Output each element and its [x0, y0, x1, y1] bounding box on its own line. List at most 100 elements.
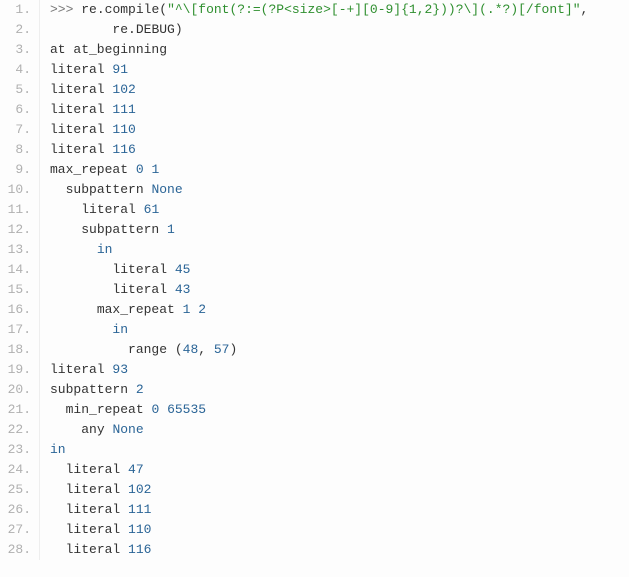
code-token: 111	[112, 102, 135, 117]
code-token	[50, 542, 66, 557]
line-number: 2.	[0, 20, 31, 40]
code-line: >>> re.compile("^\[font(?:=(?P<size>[-+]…	[50, 0, 629, 20]
code-token: >>>	[50, 2, 81, 17]
code-token: literal	[66, 522, 128, 537]
code-line: literal 110	[50, 120, 629, 140]
line-number: 12.	[0, 220, 31, 240]
line-number: 21.	[0, 400, 31, 420]
code-token: "^\[font(?:=(?P<size>[-+][0-9]{1,2}))?\]…	[167, 2, 580, 17]
code-token	[159, 402, 167, 417]
code-line: literal 102	[50, 80, 629, 100]
code-token	[50, 262, 112, 277]
code-token: 116	[112, 142, 135, 157]
code-token	[50, 522, 66, 537]
code-token: 102	[128, 482, 151, 497]
code-token	[50, 282, 112, 297]
code-line: literal 111	[50, 100, 629, 120]
code-token	[50, 202, 81, 217]
code-line: literal 45	[50, 260, 629, 280]
code-line: literal 110	[50, 520, 629, 540]
code-token: 2	[198, 302, 206, 317]
code-token: literal	[112, 282, 174, 297]
code-token	[50, 182, 66, 197]
code-token: )	[229, 342, 237, 357]
code-token: literal	[50, 62, 112, 77]
code-token: 0	[136, 162, 144, 177]
line-number: 22.	[0, 420, 31, 440]
code-token: min_repeat	[66, 402, 152, 417]
code-token	[50, 22, 112, 37]
code-token: any	[81, 422, 112, 437]
code-token: 57	[214, 342, 230, 357]
code-line: any None	[50, 420, 629, 440]
code-token: re	[112, 22, 128, 37]
code-line: re.DEBUG)	[50, 20, 629, 40]
line-number-gutter: 1.2.3.4.5.6.7.8.9.10.11.12.13.14.15.16.1…	[0, 0, 40, 560]
line-number: 3.	[0, 40, 31, 60]
code-token: at at_beginning	[50, 42, 167, 57]
code-token: DEBUG	[136, 22, 175, 37]
code-token: 91	[112, 62, 128, 77]
code-token	[50, 302, 97, 317]
line-number: 28.	[0, 540, 31, 560]
code-token: ,	[198, 342, 214, 357]
code-token: None	[151, 182, 182, 197]
line-number: 5.	[0, 80, 31, 100]
code-token: in	[50, 442, 66, 457]
code-token: 48	[183, 342, 199, 357]
code-line: in	[50, 440, 629, 460]
code-token: max_repeat	[97, 302, 183, 317]
line-number: 18.	[0, 340, 31, 360]
line-number: 10.	[0, 180, 31, 200]
code-line: in	[50, 240, 629, 260]
code-block: 1.2.3.4.5.6.7.8.9.10.11.12.13.14.15.16.1…	[0, 0, 629, 560]
code-token	[50, 342, 128, 357]
code-token: 65535	[167, 402, 206, 417]
code-token: 2	[136, 382, 144, 397]
code-token: 93	[112, 362, 128, 377]
code-token: subpattern	[81, 222, 167, 237]
code-token: ,	[581, 2, 589, 17]
code-line: subpattern None	[50, 180, 629, 200]
line-number: 25.	[0, 480, 31, 500]
code-token: subpattern	[66, 182, 152, 197]
code-line: subpattern 1	[50, 220, 629, 240]
code-token	[50, 502, 66, 517]
code-token	[50, 242, 97, 257]
code-token: literal	[66, 482, 128, 497]
code-token: literal	[66, 542, 128, 557]
code-line: literal 47	[50, 460, 629, 480]
code-token	[50, 322, 112, 337]
line-number: 8.	[0, 140, 31, 160]
code-token: literal	[50, 122, 112, 137]
code-token: compile	[105, 2, 160, 17]
code-line: literal 93	[50, 360, 629, 380]
line-number: 14.	[0, 260, 31, 280]
code-token: literal	[66, 462, 128, 477]
code-line: literal 116	[50, 540, 629, 560]
code-token: 1	[151, 162, 159, 177]
code-token: (	[159, 2, 167, 17]
code-token: 45	[175, 262, 191, 277]
line-number: 17.	[0, 320, 31, 340]
code-line: in	[50, 320, 629, 340]
code-line: max_repeat 0 1	[50, 160, 629, 180]
line-number: 9.	[0, 160, 31, 180]
line-number: 16.	[0, 300, 31, 320]
code-token	[50, 402, 66, 417]
code-token: (	[175, 342, 183, 357]
code-token: )	[175, 22, 183, 37]
code-line: literal 111	[50, 500, 629, 520]
code-line: min_repeat 0 65535	[50, 400, 629, 420]
code-line: at at_beginning	[50, 40, 629, 60]
code-token: 110	[112, 122, 135, 137]
line-number: 13.	[0, 240, 31, 260]
code-token: literal	[81, 202, 143, 217]
line-number: 23.	[0, 440, 31, 460]
code-token	[50, 482, 66, 497]
line-number: 24.	[0, 460, 31, 480]
code-token: 102	[112, 82, 135, 97]
code-token: literal	[112, 262, 174, 277]
code-token: re	[81, 2, 97, 17]
code-token: literal	[66, 502, 128, 517]
